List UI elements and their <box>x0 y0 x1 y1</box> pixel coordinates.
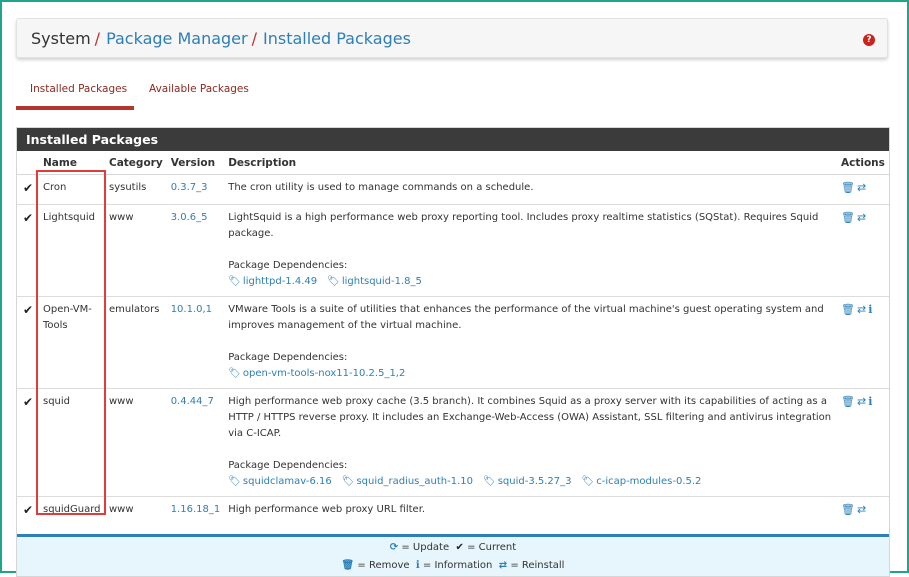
refresh-icon: ⟳ <box>389 542 399 553</box>
trash-icon[interactable]: 🗑 <box>841 211 855 224</box>
breadcrumb-separator: / <box>94 29 101 48</box>
legend-current: = Current <box>467 542 517 553</box>
col-status <box>17 151 39 175</box>
legend-row-1: ⟳ = Update ✔ = Current <box>17 539 889 557</box>
package-description: The cron utility is used to manage comma… <box>228 182 534 193</box>
col-version: Version <box>166 151 225 175</box>
breadcrumb-bar: System / Package Manager / Installed Package… <box>16 18 888 58</box>
tag-icon: 🏷︎ <box>341 476 355 487</box>
breadcrumb-package-manager[interactable]: Package Manager <box>106 29 248 48</box>
panel-title: Installed Packages <box>17 128 889 151</box>
package-version-link[interactable]: 10.1.0,1 <box>171 304 212 315</box>
info-icon[interactable]: i <box>868 395 872 408</box>
check-icon: ✔ <box>23 303 34 317</box>
tab-installed-packages[interactable]: Installed Packages <box>16 78 134 110</box>
package-description: High performance web proxy cache (3.5 br… <box>228 396 832 439</box>
dependencies-label: Package Dependencies: <box>228 352 348 363</box>
col-category: Category <box>105 151 167 175</box>
trash-icon[interactable]: 🗑 <box>841 181 855 194</box>
tag-icon: 🏷︎ <box>483 476 496 487</box>
tag-icon: 🏷︎ <box>228 476 241 487</box>
check-icon: ✔ <box>23 211 34 225</box>
breadcrumb-separator: / <box>251 29 257 48</box>
dependency-link[interactable]: c-icap-modules-0.5.2 <box>596 476 701 487</box>
dependency-list: 🏷︎ open-vm-tools-nox11-10.2.5_1,2 <box>228 366 833 382</box>
package-name: Open-VM-Tools <box>39 296 105 389</box>
tag-icon: 🏷︎ <box>228 368 241 379</box>
col-description: Description <box>224 151 837 175</box>
tag-icon: 🏷︎ <box>327 276 340 287</box>
table-row: ✔ Cron sysutils 0.3.7_3 The cron utility is … <box>17 174 889 205</box>
info-icon: i <box>415 560 420 571</box>
package-name: squid <box>39 388 105 497</box>
installed-packages-panel: Installed Packages Name Category Version… <box>16 127 890 577</box>
retweet-icon[interactable]: ⇄ <box>857 211 866 224</box>
package-name: Lightsquid <box>39 204 105 297</box>
retweet-icon: ⇄ <box>498 560 508 571</box>
dependency-link[interactable]: squid_radius_auth-1.10 <box>356 476 473 487</box>
dependency-list: 🏷︎ lighttpd-1.4.49 🏷︎ lightsquid-1.8_5 <box>228 274 833 290</box>
breadcrumb-installed-packages[interactable]: Installed Packages <box>263 29 411 48</box>
col-name: Name <box>39 151 105 175</box>
trash-icon[interactable]: 🗑 <box>841 503 855 516</box>
dependency-link[interactable]: squid-3.5.27_3 <box>498 476 572 487</box>
table-row: ✔ squid www 0.4.44_7 High performance web pr… <box>17 388 889 497</box>
package-description: High performance web proxy URL filter. <box>228 504 426 515</box>
trash-icon: 🗑 <box>341 560 355 571</box>
package-name: Cron <box>39 174 105 205</box>
legend-update: = Update <box>401 542 450 553</box>
legend-information: = Information <box>422 560 493 571</box>
package-version-link[interactable]: 3.0.6_5 <box>171 212 208 223</box>
tag-icon: 🏷︎ <box>228 276 241 287</box>
retweet-icon[interactable]: ⇄ <box>857 395 866 408</box>
col-actions: Actions <box>837 151 889 175</box>
dependency-list: 🏷︎ squidclamav-6.16 🏷︎ squid_radius_auth-1.… <box>228 474 833 490</box>
package-description: VMware Tools is a suite of utilities tha… <box>228 304 824 331</box>
check-icon: ✔ <box>23 181 34 195</box>
check-icon: ✔ <box>455 542 464 553</box>
package-version-link[interactable]: 1.16.18_1 <box>171 504 221 515</box>
dependencies-label: Package Dependencies: <box>228 260 348 271</box>
dependency-link[interactable]: squidclamav-6.16 <box>243 476 332 487</box>
breadcrumb: System / Package Manager / Installed Package… <box>31 29 411 49</box>
legend-row-2: 🗑 = Remove i = Information ⇄ = Reinstall <box>17 557 889 575</box>
legend-reinstall: = Reinstall <box>510 560 565 571</box>
table-row: ✔ Lightsquid www 3.0.6_5 LightSquid is a hig… <box>17 204 889 297</box>
retweet-icon[interactable]: ⇄ <box>857 181 866 194</box>
package-category: www <box>105 388 167 497</box>
retweet-icon[interactable]: ⇄ <box>857 503 866 516</box>
check-icon: ✔ <box>23 503 34 517</box>
dependencies-label: Package Dependencies: <box>228 460 348 471</box>
help-icon[interactable]: ? <box>863 34 875 46</box>
tag-icon: 🏷︎ <box>581 476 595 487</box>
retweet-icon[interactable]: ⇄ <box>857 303 866 316</box>
package-version-link[interactable]: 0.4.44_7 <box>171 396 214 407</box>
dependency-link[interactable]: lighttpd-1.4.49 <box>243 276 317 287</box>
package-category: emulators <box>105 296 167 389</box>
trash-icon[interactable]: 🗑 <box>841 395 855 408</box>
breadcrumb-system: System <box>31 29 91 48</box>
dependency-link[interactable]: open-vm-tools-nox11-10.2.5_1,2 <box>243 368 405 379</box>
trash-icon[interactable]: 🗑 <box>841 303 855 316</box>
package-category: www <box>105 204 167 297</box>
legend: ⟳ = Update ✔ = Current 🗑 = Remove i = In… <box>17 534 889 576</box>
info-icon[interactable]: i <box>868 303 872 316</box>
package-description: LightSquid is a high performance web pro… <box>228 212 819 239</box>
package-category: sysutils <box>105 174 167 205</box>
packages-table: Name Category Version Description Action… <box>17 151 889 573</box>
package-version-link[interactable]: 0.3.7_3 <box>171 182 208 193</box>
legend-remove: = Remove <box>357 560 410 571</box>
check-icon: ✔ <box>23 395 34 409</box>
table-row: ✔ Open-VM-Tools emulators 10.1.0,1 VMware To… <box>17 296 889 389</box>
tab-available-packages[interactable]: Available Packages <box>149 78 249 110</box>
dependency-link[interactable]: lightsquid-1.8_5 <box>342 276 422 287</box>
